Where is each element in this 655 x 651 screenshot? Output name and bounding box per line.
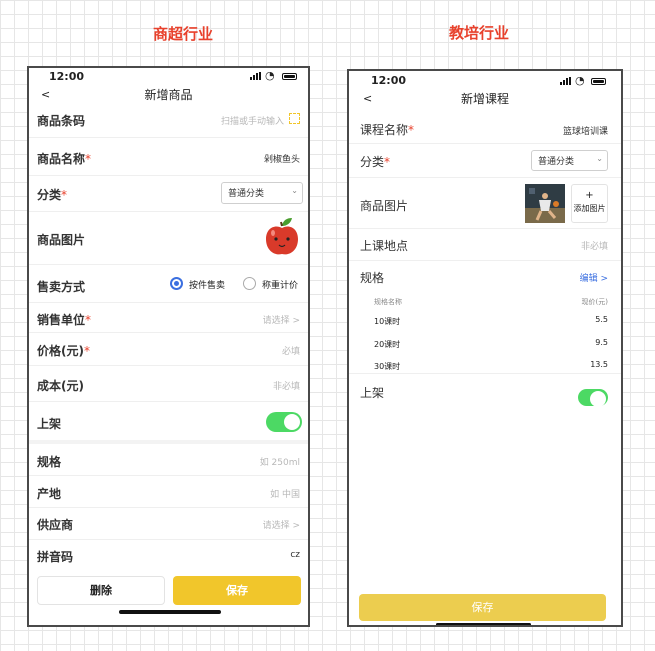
price-label: 价格(元)*: [37, 344, 90, 358]
barcode-row[interactable]: 商品条码 扫描或手动输入: [29, 104, 308, 138]
page-title: 新增课程: [460, 92, 509, 106]
shelf-toggle[interactable]: [578, 389, 608, 407]
spec-section: 规格 编辑 > 规格名称 现价(元) 10课时 5.5 20课时 9.5 30课…: [349, 261, 621, 374]
add-image-label: 添加图片: [573, 204, 606, 213]
signal-icon: [250, 72, 261, 80]
sale-mode-row: 售卖方式 按件售卖 称重计价: [29, 265, 308, 303]
name-label: 商品名称*: [37, 152, 92, 166]
battery-icon: [282, 73, 297, 80]
pinyin-label: 拼音码: [37, 550, 74, 564]
location-input[interactable]: 非必填: [581, 239, 608, 252]
spec-edit-link[interactable]: 编辑 >: [580, 271, 608, 284]
retail-heading: 商超行业: [153, 25, 214, 43]
shelf-label: 上架: [37, 417, 62, 431]
image-row[interactable]: 商品图片: [29, 212, 308, 265]
home-indicator: [119, 610, 221, 614]
location-label: 上课地点: [360, 239, 409, 253]
supplier-label: 供应商: [37, 518, 74, 532]
shelf-toggle[interactable]: [266, 412, 302, 432]
spec-input[interactable]: 如 250ml: [260, 455, 300, 468]
spec-row-price: 13.5: [590, 360, 608, 369]
spec-row-price: 5.5: [595, 315, 608, 324]
radio-by-weight-label[interactable]: 称重计价: [262, 278, 298, 291]
category-row[interactable]: 分类* 普通分类 ⌄: [29, 176, 308, 212]
save-button[interactable]: 保存: [173, 576, 301, 605]
name-row[interactable]: 商品名称* 剁椒鱼头: [29, 138, 308, 176]
image-label: 商品图片: [37, 233, 86, 247]
supplier-row[interactable]: 供应商 请选择 >: [29, 508, 308, 540]
name-value[interactable]: 剁椒鱼头: [264, 152, 300, 165]
spec-row-name: 30课时: [374, 362, 401, 371]
shelf-row: 上架: [29, 402, 308, 440]
sale-mode-label: 售卖方式: [37, 280, 86, 294]
spec-row-price: 9.5: [595, 338, 608, 347]
cost-row[interactable]: 成本(元) 非必填: [29, 366, 308, 402]
wifi-icon: ◔: [265, 69, 275, 82]
education-heading: 教培行业: [449, 24, 510, 42]
status-time: 12:00: [371, 74, 407, 87]
image-label: 商品图片: [360, 199, 409, 213]
scan-icon[interactable]: [289, 113, 300, 124]
battery-icon: [591, 78, 606, 85]
apple-image[interactable]: [263, 216, 301, 258]
category-select[interactable]: 普通分类 ⌄: [221, 182, 303, 204]
spec-header-price: 现价(元): [581, 298, 608, 306]
origin-input[interactable]: 如 中国: [270, 487, 300, 500]
delete-button[interactable]: 删除: [37, 576, 165, 605]
origin-label: 产地: [37, 487, 62, 501]
status-bar: 12:00 ◔: [349, 72, 621, 90]
course-name-label: 课程名称*: [360, 123, 415, 137]
add-image-button[interactable]: + 添加图片: [571, 184, 608, 223]
category-row[interactable]: 分类* 普通分类 ⌄: [349, 144, 621, 178]
category-label: 分类*: [360, 155, 391, 169]
spec-label: 规格: [360, 271, 385, 285]
education-phone: 12:00 ◔ < 新增课程 课程名称* 篮球培训课 分类* 普通分类 ⌄ 商品图…: [347, 69, 623, 627]
page-title: 新增商品: [144, 88, 193, 102]
spec-label: 规格: [37, 455, 62, 469]
barcode-label: 商品条码: [37, 114, 86, 128]
pinyin-value[interactable]: cz: [290, 550, 300, 560]
course-name-value[interactable]: 篮球培训课: [563, 124, 608, 137]
price-input[interactable]: 必填: [282, 344, 300, 357]
price-row[interactable]: 价格(元)* 必填: [29, 333, 308, 366]
shelf-row: 上架: [349, 375, 621, 415]
home-indicator: [436, 623, 531, 625]
basketball-photo[interactable]: [525, 184, 565, 223]
chevron-down-icon: ⌄: [596, 154, 603, 163]
image-row: 商品图片 + 添加图片: [349, 178, 621, 229]
category-label: 分类*: [37, 188, 68, 202]
unit-select[interactable]: 请选择 >: [263, 313, 300, 326]
wifi-icon: ◔: [575, 74, 585, 87]
category-select[interactable]: 普通分类 ⌄: [531, 150, 608, 171]
unit-row[interactable]: 销售单位* 请选择 >: [29, 303, 308, 333]
status-time: 12:00: [49, 70, 85, 83]
save-button[interactable]: 保存: [359, 594, 606, 621]
radio-by-weight[interactable]: [243, 277, 256, 290]
retail-phone: 12:00 ◔ < 新增商品 商品条码 扫描或手动输入 商品名称* 剁椒鱼头 分…: [27, 66, 310, 627]
cost-label: 成本(元): [37, 379, 84, 393]
spec-row[interactable]: 规格 如 250ml: [29, 444, 308, 476]
shelf-label: 上架: [360, 386, 385, 400]
location-row[interactable]: 上课地点 非必填: [349, 229, 621, 261]
pinyin-row[interactable]: 拼音码 cz: [29, 540, 308, 572]
unit-label: 销售单位*: [37, 313, 92, 327]
supplier-select[interactable]: 请选择 >: [263, 518, 300, 531]
radio-by-piece[interactable]: [170, 277, 183, 290]
course-name-row[interactable]: 课程名称* 篮球培训课: [349, 113, 621, 144]
spec-header-name: 规格名称: [374, 298, 402, 306]
spec-row-name: 20课时: [374, 340, 401, 349]
plus-icon: +: [585, 190, 594, 201]
spec-row-name: 10课时: [374, 317, 401, 326]
radio-by-piece-label[interactable]: 按件售卖: [189, 278, 225, 291]
origin-row[interactable]: 产地 如 中国: [29, 476, 308, 508]
barcode-input[interactable]: 扫描或手动输入: [221, 114, 284, 127]
signal-icon: [560, 77, 571, 85]
cost-input[interactable]: 非必填: [273, 379, 300, 392]
status-bar: 12:00 ◔: [29, 68, 308, 86]
chevron-down-icon: ⌄: [291, 186, 298, 195]
